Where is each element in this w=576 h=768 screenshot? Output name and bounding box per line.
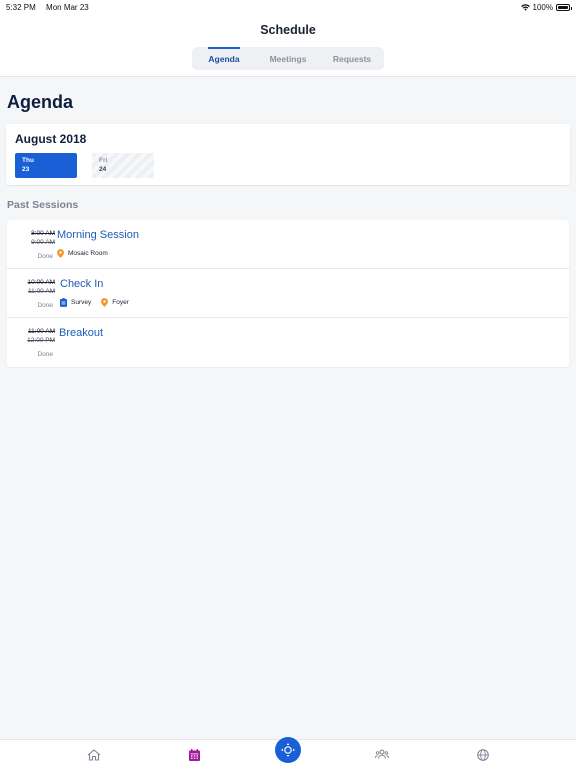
tab-requests[interactable]: Requests: [320, 47, 384, 70]
tab-agenda[interactable]: Agenda: [192, 47, 256, 70]
session-start-time: 11:00 AM: [28, 328, 55, 335]
session-meta: Mosaic Room: [57, 249, 108, 258]
day-chip-thu-23[interactable]: Thu 23: [15, 153, 77, 178]
session-survey[interactable]: Survey: [60, 298, 91, 307]
day-number: 23: [22, 166, 30, 173]
past-sessions-heading: Past Sessions: [7, 199, 79, 211]
status-date: Mon Mar 23: [46, 2, 89, 12]
wifi-icon: [520, 3, 530, 11]
session-meta: Survey Foyer: [60, 298, 129, 307]
survey-icon: [60, 298, 67, 307]
compass-button[interactable]: [275, 737, 301, 763]
calendar-icon[interactable]: [189, 749, 200, 761]
screen-title: Schedule: [260, 23, 316, 37]
day-chip-fri-24[interactable]: Fri 24: [92, 153, 154, 178]
page-title: Agenda: [7, 92, 74, 112]
location-label: Foyer: [112, 299, 129, 306]
status-bar: 5:32 PM Mon Mar 23 100%: [0, 0, 576, 14]
session-status: Done: [37, 351, 53, 358]
session-row[interactable]: 10:00 AM 11:00 AM Done Check In Survey F…: [7, 269, 569, 318]
session-times: 8:00 AM 9:00 AM: [15, 229, 55, 247]
session-end-time: 9:00 AM: [31, 239, 55, 246]
globe-icon[interactable]: [477, 749, 489, 761]
session-location[interactable]: Mosaic Room: [57, 249, 108, 258]
sessions-list: 8:00 AM 9:00 AM Done Morning Session Mos…: [7, 220, 569, 367]
session-times: 11:00 AM 12:00 PM: [15, 327, 55, 345]
session-times: 10:00 AM 11:00 AM: [15, 278, 55, 296]
session-status: Done: [37, 253, 53, 260]
calendar-card: August 2018 Thu 23 Fri 24: [6, 124, 570, 185]
battery-icon: [556, 3, 572, 11]
session-start-time: 8:00 AM: [31, 230, 55, 237]
session-end-time: 12:00 PM: [27, 337, 55, 344]
session-row[interactable]: 8:00 AM 9:00 AM Done Morning Session Mos…: [7, 220, 569, 269]
session-start-time: 10:00 AM: [27, 279, 55, 286]
session-location[interactable]: Foyer: [101, 298, 129, 307]
day-name: Fri: [99, 157, 108, 164]
session-title[interactable]: Morning Session: [57, 229, 139, 241]
location-pin-icon: [101, 298, 109, 307]
day-name: Thu: [22, 157, 34, 164]
day-number: 24: [99, 166, 107, 173]
status-time: 5:32 PM: [6, 2, 36, 12]
session-title[interactable]: Breakout: [59, 327, 103, 339]
schedule-segmented-control: Agenda Meetings Requests: [192, 47, 384, 70]
bottom-tab-bar: [0, 737, 576, 768]
session-status: Done: [37, 302, 53, 309]
home-icon[interactable]: [87, 749, 101, 761]
location-label: Mosaic Room: [68, 250, 108, 257]
month-label: August 2018: [15, 132, 87, 146]
people-icon[interactable]: [375, 749, 389, 760]
battery-percent: 100%: [532, 2, 553, 12]
header: Schedule Agenda Meetings Requests: [0, 14, 576, 77]
session-title[interactable]: Check In: [60, 278, 103, 290]
session-end-time: 11:00 AM: [28, 288, 55, 295]
compass-icon: [281, 743, 295, 757]
session-row[interactable]: 11:00 AM 12:00 PM Done Breakout: [7, 318, 569, 367]
location-pin-icon: [57, 249, 64, 258]
survey-label: Survey: [71, 299, 92, 306]
tab-meetings[interactable]: Meetings: [256, 47, 320, 70]
